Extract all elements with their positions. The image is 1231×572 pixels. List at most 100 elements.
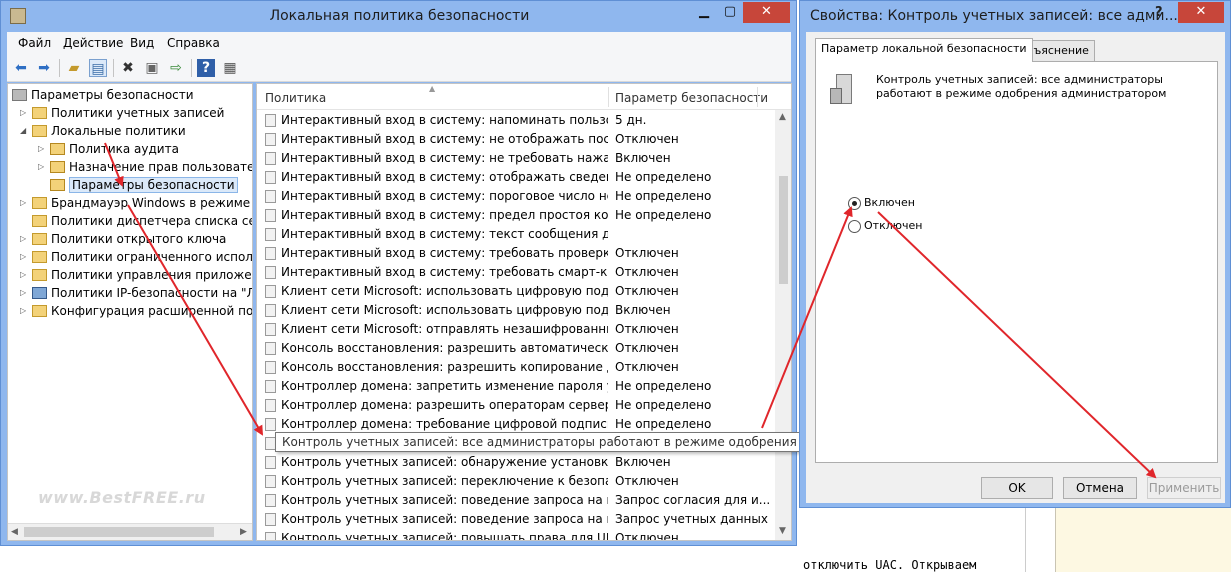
policy-list[interactable]: Политика ▲ Параметр безопасности Интерак… bbox=[256, 83, 792, 541]
tree-horizontal-scrollbar[interactable]: ◀ ▶ bbox=[8, 523, 252, 540]
radio-enabled[interactable]: Включен bbox=[848, 196, 915, 210]
tree-expander-icon[interactable]: ▷ bbox=[38, 158, 50, 176]
column-divider[interactable] bbox=[757, 87, 758, 107]
tree-expander-icon[interactable]: ▷ bbox=[20, 302, 32, 320]
scroll-right-icon[interactable]: ▶ bbox=[240, 524, 247, 540]
list-vertical-scrollbar[interactable]: ▲ ▼ bbox=[775, 110, 791, 540]
policy-row[interactable]: Контроль учетных записей: обнаружение ус… bbox=[257, 453, 777, 472]
radio-enabled-circle[interactable] bbox=[848, 196, 861, 210]
policy-row[interactable]: Интерактивный вход в систему: не отображ… bbox=[257, 130, 777, 149]
tree-item[interactable]: Политики диспетчера списка сетей bbox=[20, 212, 252, 230]
policy-row[interactable]: Интерактивный вход в систему: пороговое … bbox=[257, 187, 777, 206]
column-header-policy[interactable]: Политика bbox=[265, 91, 326, 105]
policy-row[interactable]: Контроль учетных записей: поведение запр… bbox=[257, 510, 777, 529]
monitor-icon bbox=[32, 287, 47, 299]
up-folder-icon[interactable]: ▰ bbox=[65, 59, 83, 77]
tab-local-security-setting[interactable]: Параметр локальной безопасности bbox=[815, 38, 1033, 62]
cancel-button[interactable]: Отмена bbox=[1063, 477, 1137, 499]
scroll-left-icon[interactable]: ◀ bbox=[11, 524, 18, 540]
close-button[interactable]: ✕ bbox=[743, 2, 790, 23]
maximize-button[interactable]: ▢ bbox=[717, 2, 743, 23]
tree-item[interactable]: ▷ Брандмауэр Windows в режиме пов bbox=[20, 194, 252, 212]
radio-disabled-circle[interactable] bbox=[848, 219, 861, 233]
policy-name: Интерактивный вход в систему: пороговое … bbox=[281, 189, 608, 203]
delete-icon[interactable]: ✖ bbox=[119, 59, 137, 77]
tree-expander-icon[interactable]: ▷ bbox=[38, 140, 50, 158]
export-icon[interactable]: ⇨ bbox=[167, 59, 185, 77]
policy-setting: Отключен bbox=[615, 265, 679, 279]
tree-item[interactable]: ▷ Назначение прав пользователя bbox=[38, 158, 252, 176]
tree-item[interactable]: ▷ Политики IP-безопасности на "Лока bbox=[20, 284, 252, 302]
tree-item[interactable]: ◢ Локальные политики bbox=[20, 122, 186, 140]
policy-row[interactable]: Клиент сети Microsoft: отправлять незаши… bbox=[257, 320, 777, 339]
dialog-close-button[interactable]: ✕ bbox=[1178, 2, 1224, 23]
policy-icon bbox=[265, 171, 276, 184]
scroll-up-icon[interactable]: ▲ bbox=[779, 112, 786, 122]
policy-row[interactable]: Клиент сети Microsoft: использовать цифр… bbox=[257, 282, 777, 301]
scroll-thumb[interactable] bbox=[779, 176, 788, 284]
view-icon[interactable]: ▦ bbox=[221, 59, 239, 77]
policy-row[interactable]: Интерактивный вход в систему: предел про… bbox=[257, 206, 777, 225]
policy-name: Клиент сети Microsoft: отправлять незаши… bbox=[281, 322, 608, 336]
tree-expander-icon[interactable]: ◢ bbox=[20, 122, 32, 140]
tree-item[interactable]: ▷ Политики открытого ключа bbox=[20, 230, 226, 248]
minimize-button[interactable]: ▁ bbox=[691, 2, 717, 23]
policy-icon bbox=[265, 361, 276, 374]
menu-help[interactable]: Справка bbox=[167, 36, 220, 50]
forward-icon[interactable]: ➡ bbox=[35, 59, 53, 77]
tree-expander-icon[interactable]: ▷ bbox=[20, 230, 32, 248]
tree-item-label: Параметры безопасности bbox=[31, 88, 194, 102]
policy-row[interactable]: Контроль учетных записей: переключение к… bbox=[257, 472, 777, 491]
policy-icon bbox=[265, 209, 276, 222]
scroll-down-icon[interactable]: ▼ bbox=[779, 526, 786, 536]
tree-expander-icon[interactable]: ▷ bbox=[20, 266, 32, 284]
radio-disabled[interactable]: Отключен bbox=[848, 219, 922, 233]
tree-item[interactable]: ▷ Конфигурация расширенной полит bbox=[20, 302, 252, 320]
tree-item[interactable]: ▷ Политики учетных записей bbox=[20, 104, 224, 122]
policy-icon bbox=[265, 475, 276, 488]
properties-icon[interactable]: ▣ bbox=[143, 59, 161, 77]
policy-row[interactable]: Интерактивный вход в систему: требовать … bbox=[257, 263, 777, 282]
folder-icon bbox=[32, 197, 47, 209]
help-icon[interactable]: ? bbox=[197, 59, 215, 77]
policy-row[interactable]: Клиент сети Microsoft: использовать цифр… bbox=[257, 301, 777, 320]
back-icon[interactable]: ⬅ bbox=[12, 59, 30, 77]
tree-expander-icon[interactable]: ▷ bbox=[20, 248, 32, 266]
policy-row[interactable]: Интерактивный вход в систему: напоминать… bbox=[257, 111, 777, 130]
column-divider[interactable] bbox=[608, 87, 609, 107]
policy-row[interactable]: Консоль восстановления: разрешить автома… bbox=[257, 339, 777, 358]
tree-item[interactable]: ▷ Политики управления приложения bbox=[20, 266, 252, 284]
policy-name: Контроль учетных записей: обнаружение ус… bbox=[281, 455, 608, 469]
dialog-help-button[interactable]: ? bbox=[1155, 5, 1163, 20]
policy-setting: Включен bbox=[615, 455, 671, 469]
tree-expander-icon[interactable]: ▷ bbox=[20, 194, 32, 212]
show-tree-icon[interactable]: ▤ bbox=[89, 59, 107, 77]
policy-row[interactable]: Контроллер домена: запретить изменение п… bbox=[257, 377, 777, 396]
menu-view[interactable]: Вид bbox=[130, 36, 154, 50]
tree-expander-icon[interactable]: ▷ bbox=[20, 104, 32, 122]
tree-item[interactable]: ▷ Политика аудита bbox=[38, 140, 179, 158]
main-titlebar[interactable]: Локальная политика безопасности ▁ ▢ ✕ bbox=[1, 1, 798, 32]
policy-row[interactable]: Контроллер домена: разрешить операторам … bbox=[257, 396, 777, 415]
policy-row[interactable]: Интерактивный вход в систему: не требова… bbox=[257, 149, 777, 168]
tree-pane[interactable]: Параметры безопасности ▷ Политики учетных … bbox=[7, 83, 253, 541]
policy-row[interactable]: Интерактивный вход в систему: требовать … bbox=[257, 244, 777, 263]
policy-row[interactable]: Контроль учетных записей: поведение запр… bbox=[257, 491, 777, 510]
policy-icon bbox=[265, 266, 276, 279]
ok-button[interactable]: OK bbox=[981, 477, 1053, 499]
tree-expander-icon[interactable]: ▷ bbox=[20, 284, 32, 302]
column-header-setting[interactable]: Параметр безопасности bbox=[615, 91, 768, 105]
scroll-thumb[interactable] bbox=[24, 527, 214, 537]
tree-item[interactable]: Параметры безопасности bbox=[38, 176, 238, 194]
tree-item[interactable]: Параметры безопасности bbox=[12, 86, 194, 104]
policy-row[interactable]: Интерактивный вход в систему: текст сооб… bbox=[257, 225, 777, 244]
tree-item[interactable]: ▷ Политики ограниченного использо bbox=[20, 248, 252, 266]
menu-file[interactable]: Файл bbox=[18, 36, 51, 50]
menu-action[interactable]: Действие bbox=[63, 36, 123, 50]
properties-dialog: Свойства: Контроль учетных записей: все … bbox=[799, 0, 1231, 508]
policy-row[interactable]: Интерактивный вход в систему: отображать… bbox=[257, 168, 777, 187]
policy-row[interactable]: Консоль восстановления: разрешить копиро… bbox=[257, 358, 777, 377]
apply-button[interactable]: Применить bbox=[1147, 477, 1221, 499]
policy-setting: Включен bbox=[615, 151, 671, 165]
policy-row[interactable]: Контроль учетных записей: повышать права… bbox=[257, 529, 777, 540]
